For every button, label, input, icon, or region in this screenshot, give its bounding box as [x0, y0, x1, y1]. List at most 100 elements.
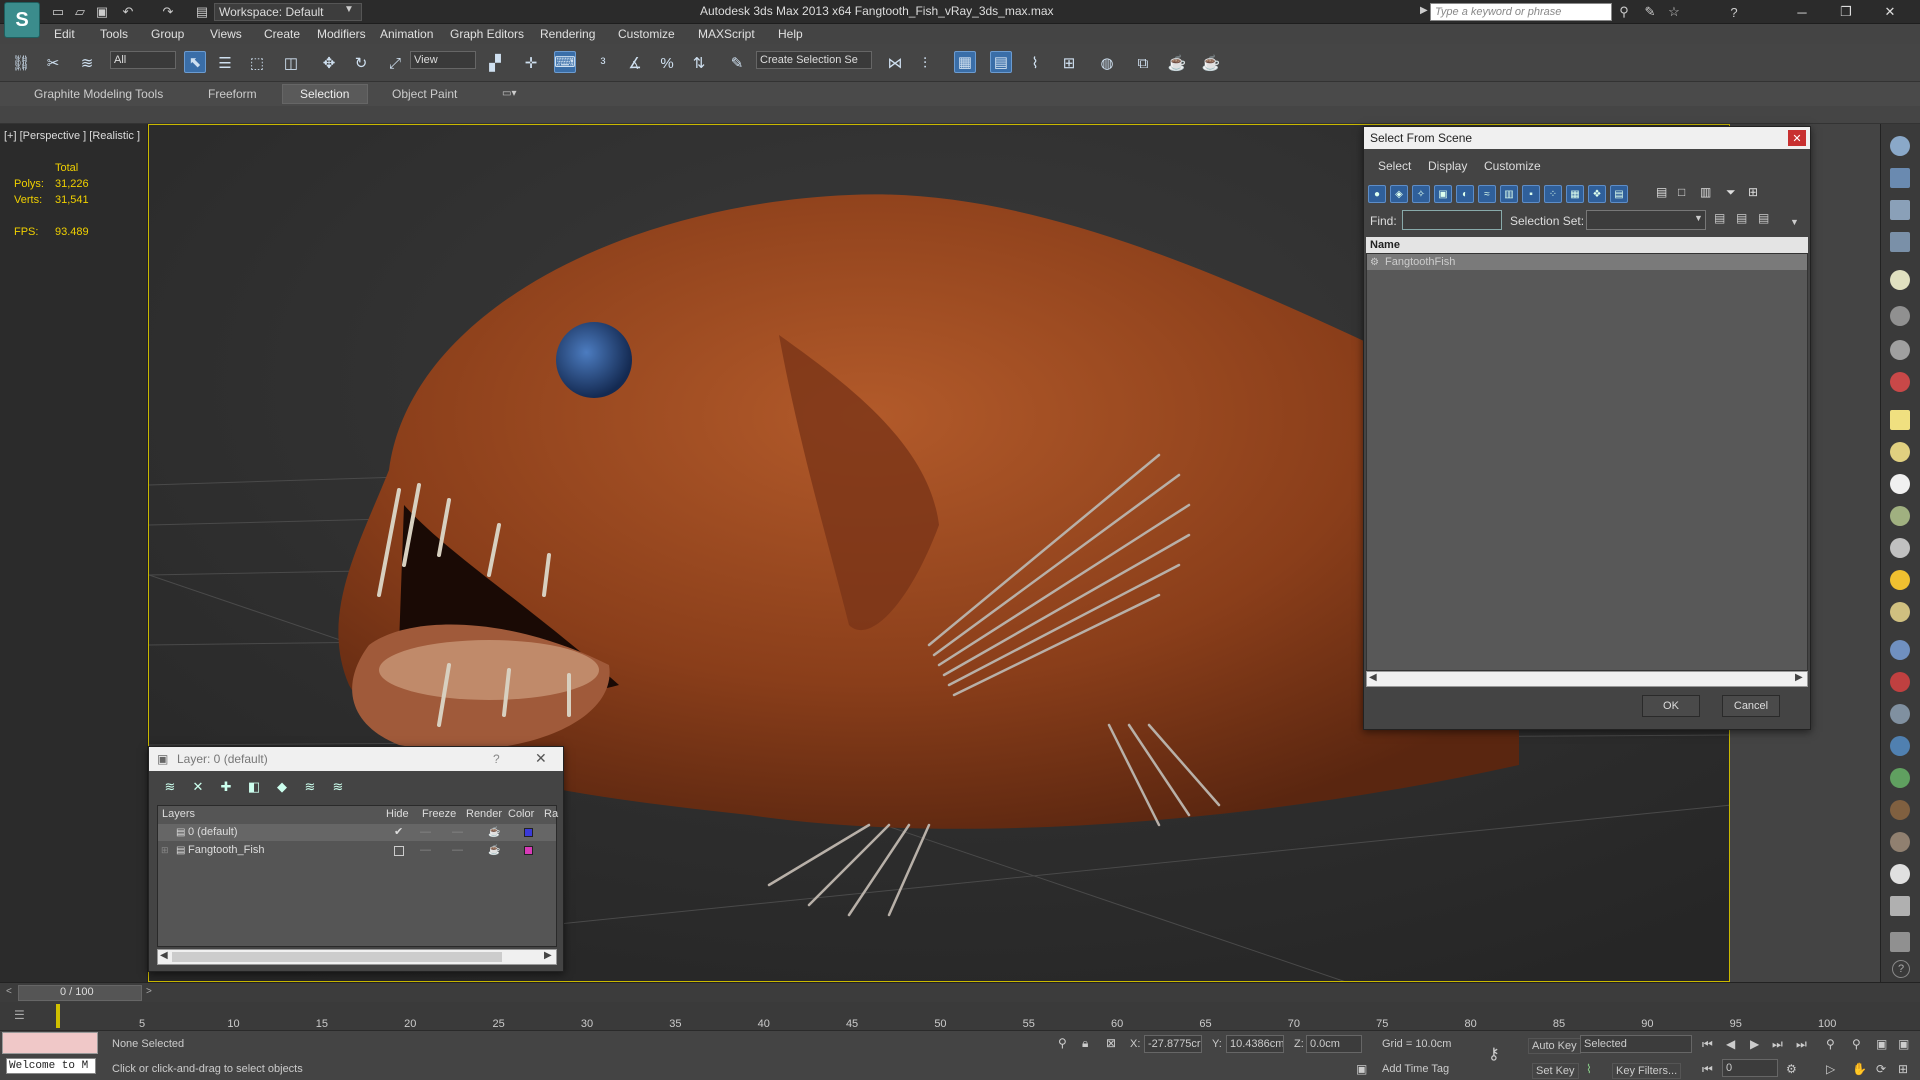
menu-graph-editors[interactable]: Graph Editors — [450, 27, 524, 41]
menu-modifiers[interactable]: Modifiers — [317, 27, 366, 41]
filter-helpers-icon[interactable]: ◐ — [1456, 185, 1474, 203]
tab-freeform[interactable]: Freeform — [208, 87, 257, 101]
new-set-icon[interactable]: ▤ — [1714, 211, 1725, 225]
dynamics-icon[interactable] — [1890, 672, 1910, 692]
selection-set-chevron-icon[interactable]: ▼ — [1694, 213, 1703, 223]
sfs-menu-customize[interactable]: Customize — [1484, 159, 1541, 173]
menu-edit[interactable]: Edit — [54, 27, 75, 41]
zoom-all-icon[interactable]: ⚲ — [1852, 1037, 1861, 1051]
tab-selection[interactable]: Selection — [300, 87, 349, 101]
help-circle-icon[interactable]: ? — [1892, 960, 1910, 978]
spinner-snap-icon[interactable]: ⇅ — [688, 52, 710, 74]
help-search-input[interactable]: Type a keyword or phrase — [1430, 3, 1612, 21]
menu-rendering[interactable]: Rendering — [540, 27, 595, 41]
spacewarps-icon[interactable] — [1890, 506, 1910, 526]
go-to-start-icon[interactable]: ⏮ — [1702, 1037, 1713, 1052]
scroll-thumb[interactable] — [172, 952, 502, 962]
graphite-toggle-icon[interactable]: ▤ — [990, 51, 1012, 73]
layer-close-button[interactable]: ✕ — [535, 750, 547, 767]
project-folder-icon[interactable]: ▤ — [194, 4, 210, 20]
pan-hand-icon[interactable]: ✋ — [1852, 1062, 1867, 1076]
freeze-toggle[interactable]: — — [452, 824, 463, 841]
skeleton-icon[interactable] — [1890, 704, 1910, 724]
selection-filter-dropdown[interactable]: All — [110, 51, 176, 69]
filter-containers-icon[interactable]: ▦ — [1566, 185, 1584, 203]
layer-help-button[interactable]: ? — [493, 752, 500, 766]
time-slider[interactable]: < 0 / 100 > — [0, 982, 1920, 1002]
menu-animation[interactable]: Animation — [380, 27, 433, 41]
col-hide[interactable]: Hide — [386, 808, 409, 820]
hide-all-icon[interactable]: ≋ — [301, 778, 319, 796]
rectangular-selection-icon[interactable]: ⬚ — [246, 52, 268, 74]
viewport-label-menu[interactable]: [+] [Perspective ] [Realistic ] — [4, 130, 140, 142]
menu-group[interactable]: Group — [151, 27, 184, 41]
filter-settings-icon[interactable]: ⊞ — [1748, 185, 1764, 203]
zoom-extents-all-icon[interactable]: ▣ — [1898, 1037, 1909, 1051]
current-layer-check-icon[interactable]: ✔ — [394, 824, 403, 841]
filter-spacewarps-icon[interactable]: ≈ — [1478, 185, 1496, 203]
y-coordinate-field[interactable]: 10.4386cm — [1226, 1035, 1284, 1053]
layer-color-swatch[interactable] — [524, 846, 533, 855]
select-object-icon[interactable]: ⬉ — [184, 51, 206, 73]
menu-customize[interactable]: Customize — [618, 27, 675, 41]
selection-set-dropdown[interactable] — [1586, 210, 1706, 230]
layer-manager-icon[interactable]: ▦ — [954, 51, 976, 73]
selection-lock-icon[interactable]: 🔒︎ — [1082, 1036, 1088, 1051]
new-file-icon[interactable]: ▭ — [50, 4, 66, 20]
z-coordinate-field[interactable]: 0.0cm — [1306, 1035, 1362, 1053]
layer-horizontal-scrollbar[interactable]: ◀ ▶ — [157, 949, 557, 965]
hide-toggle[interactable]: — — [420, 824, 431, 841]
curve-editor-icon[interactable]: ⌇ — [1024, 52, 1046, 74]
grid-object-icon[interactable] — [1890, 896, 1910, 916]
add-time-tag[interactable]: Add Time Tag — [1382, 1063, 1449, 1075]
rendered-frame-window-icon[interactable]: ☕ — [1166, 52, 1188, 74]
freeze-all-icon[interactable]: ≋ — [329, 778, 347, 796]
delete-layer-icon[interactable]: ✕ — [189, 778, 207, 796]
track-bar[interactable]: ☰ — [0, 1002, 1920, 1030]
sfs-title-bar[interactable]: Select From Scene ✕ — [1364, 127, 1810, 149]
display-tab-icon[interactable] — [1890, 270, 1910, 290]
next-frame-icon[interactable]: > — [146, 986, 152, 997]
play-icon[interactable]: ▶ — [1750, 1037, 1759, 1051]
favorites-star-icon[interactable]: ☆ — [1666, 4, 1682, 20]
col-layers[interactable]: Layers — [162, 808, 195, 820]
current-frame-marker[interactable] — [56, 1004, 60, 1028]
maxscript-listener[interactable] — [2, 1032, 98, 1054]
filter-lights-icon[interactable]: ✧ — [1412, 185, 1430, 203]
sfs-menu-select[interactable]: Select — [1378, 159, 1411, 173]
hide-toggle[interactable]: — — [420, 842, 431, 859]
filter-bones-icon[interactable]: ⁘ — [1544, 185, 1562, 203]
hierarchy-tab-icon[interactable] — [1890, 200, 1910, 220]
particles-icon[interactable] — [1890, 640, 1910, 660]
filter-funnel-icon[interactable]: ⏷ — [1726, 185, 1742, 203]
link-icon[interactable]: ⛓ — [10, 52, 32, 74]
align-icon[interactable]: ⫶ — [914, 52, 936, 74]
zoom-icon[interactable]: ⚲ — [1826, 1037, 1835, 1051]
tab-object-paint[interactable]: Object Paint — [392, 87, 457, 101]
redo-icon[interactable]: ↷ — [160, 4, 176, 20]
pivot-center-icon[interactable]: ▞ — [484, 52, 506, 74]
auto-key-button[interactable]: Auto Key — [1528, 1038, 1581, 1054]
window-crossing-icon[interactable]: ◫ — [280, 52, 302, 74]
key-mode-dropdown[interactable]: Selected — [1580, 1035, 1692, 1053]
material-sphere-icon[interactable] — [1890, 864, 1910, 884]
binoculars-icon[interactable]: ⚲ — [1616, 4, 1632, 20]
layer-title-bar[interactable]: ▣ Layer: 0 (default) ? ✕ — [149, 747, 563, 771]
layer-row[interactable]: ▤ 0 (default) ✔ — — ☕ — [158, 824, 556, 841]
shapes-icon[interactable] — [1890, 372, 1910, 392]
geometry-icon[interactable] — [1890, 340, 1910, 360]
filter-hidden-icon[interactable]: ▤ — [1610, 185, 1628, 203]
search-expand-icon[interactable]: ▶ — [1420, 5, 1428, 16]
cameras-icon[interactable] — [1890, 442, 1910, 462]
schematic-view-icon[interactable]: ⊞ — [1058, 52, 1080, 74]
find-input[interactable] — [1402, 210, 1502, 230]
sfs-menu-display[interactable]: Display — [1428, 159, 1467, 173]
layer-row[interactable]: ⊞ ▤ Fangtooth_Fish — — ☕ — [158, 842, 556, 859]
key-filters-button[interactable]: Key Filters... — [1612, 1063, 1682, 1079]
motion-tab-icon[interactable] — [1890, 232, 1910, 252]
move-icon[interactable]: ✥ — [318, 52, 340, 74]
key-mode-toggle-icon[interactable]: ⏮ — [1702, 1062, 1713, 1077]
orbit-icon[interactable]: ⟳ — [1876, 1062, 1886, 1076]
save-icon[interactable]: ▣ — [94, 4, 110, 20]
time-configuration-icon[interactable]: ⚙ — [1786, 1062, 1797, 1076]
